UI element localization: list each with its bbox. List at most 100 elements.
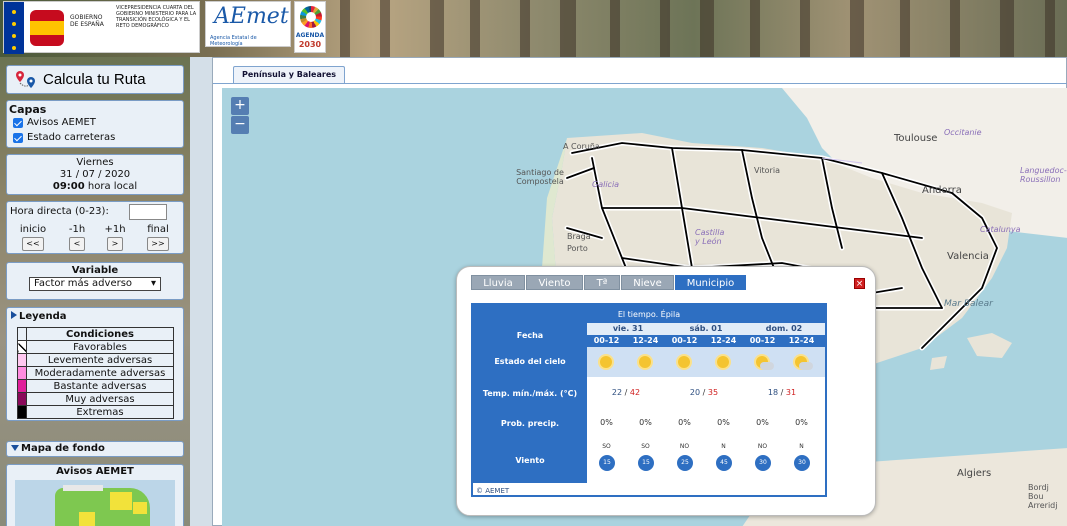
layers-panel: Capas Avisos AEMET Estado carreteras — [6, 100, 184, 148]
forecast-periods: 00-12 12-24 00-12 12-24 00-12 12-24 — [587, 335, 825, 347]
map-label-catalunya: Catalunya — [980, 225, 1021, 234]
map-label-algiers: Algiers — [957, 468, 992, 479]
hour-input[interactable] — [129, 204, 167, 220]
map-label-toulouse: Toulouse — [894, 133, 938, 144]
wind-speed-icon: 15 — [599, 455, 615, 471]
triangle-right-icon — [11, 311, 17, 319]
basemap-toggle[interactable]: Mapa de fondo — [11, 443, 105, 454]
nav-minus-label: -1h — [68, 224, 86, 235]
sdg-wheel-icon — [300, 6, 322, 28]
route-button[interactable]: Calcula tu Ruta — [6, 65, 184, 94]
time-value: 09:00 — [52, 181, 85, 192]
temp-min: 18 — [767, 388, 779, 397]
checkbox-checked-icon[interactable] — [13, 117, 23, 128]
precip-cell: 0% — [717, 418, 730, 427]
layer-avisos-checkbox[interactable]: Avisos AEMET — [13, 117, 96, 128]
row-label-temp: Temp. mín./máx. (°C) — [482, 389, 578, 398]
precip-cell: 0% — [756, 418, 769, 427]
map-label-roussillon: Languedoc-Roussillon — [1020, 166, 1067, 184]
checkbox-checked-icon[interactable] — [13, 132, 23, 143]
legend-label: Moderadamente adversas — [26, 366, 174, 380]
wind-speed-icon: 25 — [677, 455, 693, 471]
legend-label: Levemente adversas — [26, 353, 174, 367]
forecast-popup: Lluvia Viento Tª Nieve Municipio × El ti… — [456, 266, 876, 516]
agenda-year: 2030 — [298, 40, 322, 49]
wind-speed-icon: 30 — [755, 455, 771, 471]
variable-select[interactable]: Factor más adverso ▾ — [29, 277, 161, 291]
nav-prev-button[interactable]: < — [69, 237, 85, 251]
gobierno-logo[interactable]: GOBIERNO DE ESPAÑA VICEPRESIDENCIA CUART… — [3, 1, 200, 54]
forecast-table: El tiempo. Épila Fecha Estado del cielo … — [471, 303, 827, 497]
temp-max: 42 — [629, 388, 641, 397]
triangle-down-icon — [11, 445, 19, 451]
header-banner: GOBIERNO DE ESPAÑA VICEPRESIDENCIA CUART… — [0, 0, 1067, 57]
tab-temperatura[interactable]: Tª — [584, 275, 620, 290]
legend-toggle[interactable]: Leyenda — [11, 311, 66, 322]
period-header: 00-12 — [671, 336, 698, 345]
aemet-logo-subtitle: Agencia Estatal de Meteorología — [210, 35, 257, 47]
temp-cell-day1: 22 / 42 — [611, 388, 641, 397]
tab-nieve[interactable]: Nieve — [621, 275, 674, 290]
aemet-logo[interactable]: AEmet Agencia Estatal de Meteorología — [205, 1, 291, 47]
legend-panel: Leyenda Condiciones Favorables Levemente… — [6, 307, 184, 421]
legend-title: Leyenda — [19, 311, 67, 322]
legend-corner — [17, 327, 27, 341]
layers-title: Capas — [9, 103, 47, 116]
nav-next-button[interactable]: > — [107, 237, 123, 251]
ministry-name: VICEPRESIDENCIA CUARTA DEL GOBIERNO MINI… — [116, 5, 197, 29]
map-label-galicia: Galicia — [592, 180, 620, 189]
wind-direction: NO — [679, 443, 690, 450]
copyright: © AEMET — [476, 487, 510, 495]
zoom-out-button[interactable]: − — [231, 116, 249, 134]
tab-peninsula[interactable]: Península y Baleares — [233, 66, 345, 83]
temp-max: 35 — [707, 388, 719, 397]
avisos-thumbnail-map[interactable] — [15, 480, 175, 526]
day-header: sáb. 01 — [689, 324, 723, 333]
wind-direction: SO — [602, 443, 611, 450]
precip-cell: 0% — [795, 418, 808, 427]
map-label-a-coruna: A Coruña — [563, 142, 600, 151]
tab-underline — [213, 83, 1067, 84]
agenda-2030-logo[interactable]: AGENDA 2030 — [294, 1, 326, 53]
temp-cell-day3: 18 / 31 — [767, 388, 797, 397]
zoom-in-button[interactable]: + — [231, 97, 249, 115]
popup-tabs: Lluvia Viento Tª Nieve Municipio — [471, 275, 746, 290]
nav-last-button[interactable]: >> — [147, 237, 169, 251]
layer-carreteras-checkbox[interactable]: Estado carreteras — [13, 132, 115, 143]
legend-label: Favorables — [26, 340, 174, 354]
temp-cell-day2: 20 / 35 — [689, 388, 719, 397]
wind-direction: N — [799, 443, 804, 450]
basemap-panel[interactable]: Mapa de fondo — [6, 441, 184, 457]
close-icon[interactable]: × — [854, 278, 865, 289]
period-header: 12-24 — [710, 336, 737, 345]
day-header: dom. 02 — [765, 324, 803, 333]
agenda-label: AGENDA — [295, 32, 325, 39]
tab-viento[interactable]: Viento — [526, 275, 583, 290]
nav-inicio: inicio << — [18, 224, 48, 251]
legend-swatch — [17, 366, 27, 380]
map-label-castilla: Castilla y León — [695, 228, 725, 246]
forecast-row-labels: Fecha Estado del cielo Temp. mín./máx. (… — [473, 323, 587, 483]
sun-icon — [678, 356, 690, 368]
gov-name: GOBIERNO DE ESPAÑA — [70, 14, 104, 28]
row-label-estado: Estado del cielo — [494, 357, 566, 366]
sun-icon — [600, 356, 612, 368]
forecast-title: El tiempo. Épila — [473, 305, 825, 323]
variable-title: Variable — [71, 265, 119, 276]
weekday: Viernes — [76, 157, 114, 168]
variable-selected: Factor más adverso — [34, 278, 133, 289]
nav-final: final >> — [143, 224, 173, 251]
period-header: 00-12 — [749, 336, 776, 345]
date-panel: Viernes 31 / 07 / 2020 09:00 hora local — [6, 154, 184, 195]
tab-municipio[interactable]: Municipio — [675, 275, 746, 290]
nav-plus-label: +1h — [104, 224, 126, 235]
legend-swatch — [17, 340, 27, 354]
nav-first-button[interactable]: << — [22, 237, 44, 251]
row-label-fecha: Fecha — [516, 331, 544, 340]
map-label-andorra: Andorra — [922, 185, 962, 196]
nav-minus: -1h < — [62, 224, 92, 251]
tab-lluvia[interactable]: Lluvia — [471, 275, 525, 290]
cloud-icon — [760, 362, 774, 370]
legend-label: Extremas — [26, 405, 174, 419]
variable-panel: Variable Factor más adverso ▾ — [6, 262, 184, 300]
